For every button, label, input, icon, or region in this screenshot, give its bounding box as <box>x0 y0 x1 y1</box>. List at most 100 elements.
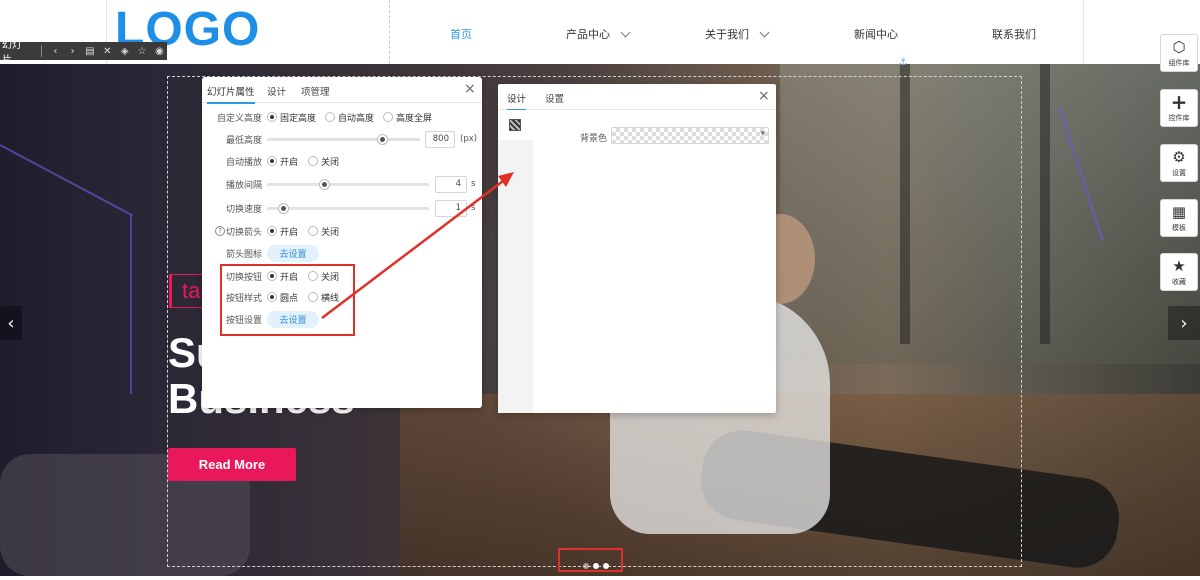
radio-autoplay-off[interactable]: 关闭 <box>308 155 339 168</box>
close-icon[interactable]: × <box>758 89 770 103</box>
tab-design[interactable]: 设计 <box>507 91 527 111</box>
background-window <box>780 64 1200 364</box>
background-neon-line <box>130 214 132 394</box>
min-height-slider[interactable] <box>267 134 420 144</box>
star-plus-icon: ★ <box>1172 257 1186 275</box>
rail-button-favorites[interactable]: ★ 收藏 <box>1160 253 1198 291</box>
interval-input[interactable]: 4 <box>435 175 467 193</box>
radio-indicator <box>308 156 318 166</box>
tools-icon[interactable]: ✕ <box>100 43 115 59</box>
rail-button-templates[interactable]: ▦ 模板 <box>1160 199 1198 237</box>
pagination-dot[interactable] <box>593 563 599 569</box>
rail-button-controls[interactable]: + 控件库 <box>1160 89 1198 127</box>
nav-item-products[interactable]: 产品中心 <box>566 26 631 42</box>
layers-icon[interactable]: ◈ <box>117 43 132 59</box>
read-more-button[interactable]: Read More <box>168 448 296 481</box>
tab-design[interactable]: 设计 <box>267 84 286 98</box>
radio-label: 自动高度 <box>338 113 375 124</box>
radio-label: 圆点 <box>280 293 299 304</box>
design-panel: 设计 设置 × 背景色 <box>498 84 776 413</box>
grid-icon: ▦ <box>1171 203 1187 221</box>
radio-label: 开启 <box>280 227 299 238</box>
min-height-row: 最低高度 800 (px) <box>202 130 482 148</box>
star-icon[interactable]: ☆ <box>134 43 149 59</box>
nav-item-news[interactable]: 新闻中心 <box>854 26 898 42</box>
arrow-icon-label: 箭头图标 <box>225 249 262 260</box>
main-nav: 首页 产品中心 关于我们 新闻中心 联系我们 <box>390 0 1084 64</box>
interval-unit: s <box>471 179 476 189</box>
radio-indicator <box>325 112 335 122</box>
slideshow-properties-panel: 幻灯片属性 设计 项管理 × 自定义高度 固定高度 自动高度 高度全屏 最低高度… <box>202 77 482 408</box>
radio-auto-height[interactable]: 自动高度 <box>325 111 374 124</box>
nav-item-contact[interactable]: 联系我们 <box>992 26 1036 42</box>
eye-icon[interactable]: ◉ <box>152 43 167 59</box>
background-window-frame <box>900 64 910 344</box>
autoplay-row: 自动播放 开启 关闭 <box>202 152 482 170</box>
arrow-icon-row: 箭头图标 去设置 <box>202 244 482 262</box>
rail-button-settings[interactable]: ⚙ 设置 <box>1160 144 1198 182</box>
slide-next-button[interactable]: › <box>1168 306 1200 340</box>
interval-slider[interactable] <box>267 179 429 189</box>
radio-style-lines[interactable]: 横线 <box>308 291 339 304</box>
nav-item-about[interactable]: 关于我们 <box>705 26 770 42</box>
slider-knob[interactable] <box>319 179 329 189</box>
min-height-input[interactable]: 800 <box>425 130 455 148</box>
min-height-label: 最低高度 <box>225 135 262 146</box>
tab-settings[interactable]: 设置 <box>545 91 564 105</box>
close-icon[interactable]: × <box>464 82 476 96</box>
chevron-down-icon <box>620 27 631 37</box>
rail-button-components[interactable]: ⬡ 组件库 <box>1160 34 1198 72</box>
radio-arrows-off[interactable]: 关闭 <box>308 225 339 238</box>
button-style-row: 按钮样式 圆点 横线 <box>202 288 482 306</box>
radio-indicator <box>267 112 277 122</box>
button-settings-setup-button[interactable]: 去设置 <box>267 310 319 328</box>
speed-input[interactable]: 1 <box>435 199 467 217</box>
radio-buttons-on[interactable]: 开启 <box>267 270 298 283</box>
radio-arrows-on[interactable]: 开启 <box>267 225 298 238</box>
settings-doc-icon[interactable]: ▤ <box>82 43 97 59</box>
custom-height-row: 自定义高度 固定高度 自动高度 高度全屏 <box>202 108 482 126</box>
radio-autoplay-on[interactable]: 开启 <box>267 155 298 168</box>
slide-prev-button[interactable]: ‹ <box>0 306 22 340</box>
switch-arrows-row: ? 切换箭头 开启 关闭 <box>202 222 482 240</box>
module-toolbar: 幻灯片 ‹ › ▤ ✕ ◈ ☆ ◉ <box>0 40 167 66</box>
rail-button-label: 收藏 <box>1172 278 1186 286</box>
nav-item-label: 首页 <box>450 28 472 41</box>
radio-buttons-off[interactable]: 关闭 <box>308 270 339 283</box>
switch-buttons-row: 切换按钮 开启 关闭 <box>202 267 482 285</box>
radio-style-dots[interactable]: 圆点 <box>267 291 298 304</box>
module-name-label: 幻灯片 <box>2 40 22 66</box>
speed-slider[interactable] <box>267 203 429 213</box>
switch-arrows-label: 切换箭头 <box>225 227 262 238</box>
help-icon[interactable]: ? <box>215 226 225 236</box>
button-settings-row: 按钮设置 去设置 <box>202 310 482 328</box>
interval-row: 播放间隔 4 s <box>202 175 482 193</box>
slider-knob[interactable] <box>279 203 289 213</box>
background-texture-icon[interactable] <box>509 119 521 131</box>
pagination-dot[interactable] <box>583 563 589 569</box>
radio-label: 固定高度 <box>280 113 317 124</box>
interval-label: 播放间隔 <box>225 180 262 191</box>
tab-slideshow-properties[interactable]: 幻灯片属性 <box>207 84 255 104</box>
nav-item-label: 新闻中心 <box>854 28 898 41</box>
pagination-dot[interactable] <box>603 563 609 569</box>
chevron-right-icon[interactable]: › <box>65 43 80 59</box>
panel-side-nav <box>498 110 533 413</box>
nav-item-home[interactable]: 首页 <box>450 26 472 42</box>
radio-indicator <box>308 226 318 236</box>
tab-item-management[interactable]: 项管理 <box>301 84 330 98</box>
background-color-label: 背景色 <box>580 134 608 144</box>
autoplay-label: 自动播放 <box>225 157 262 168</box>
anchor-icon[interactable]: ⚓ <box>897 57 909 69</box>
arrow-icon-setup-button[interactable]: 去设置 <box>267 244 319 262</box>
chevron-down-icon <box>759 27 770 37</box>
radio-label: 开启 <box>280 157 299 168</box>
site-header: LOGO 首页 产品中心 关于我们 新闻中心 联系我们 <box>0 0 1200 64</box>
background-color-picker[interactable] <box>611 127 769 144</box>
slider-knob[interactable] <box>377 134 387 144</box>
radio-fullscreen-height[interactable]: 高度全屏 <box>383 111 432 124</box>
chevron-left-icon[interactable]: ‹ <box>48 43 63 59</box>
radio-fixed-height[interactable]: 固定高度 <box>267 111 316 124</box>
gears-icon: ⚙ <box>1172 148 1186 166</box>
radio-label: 开启 <box>280 272 299 283</box>
